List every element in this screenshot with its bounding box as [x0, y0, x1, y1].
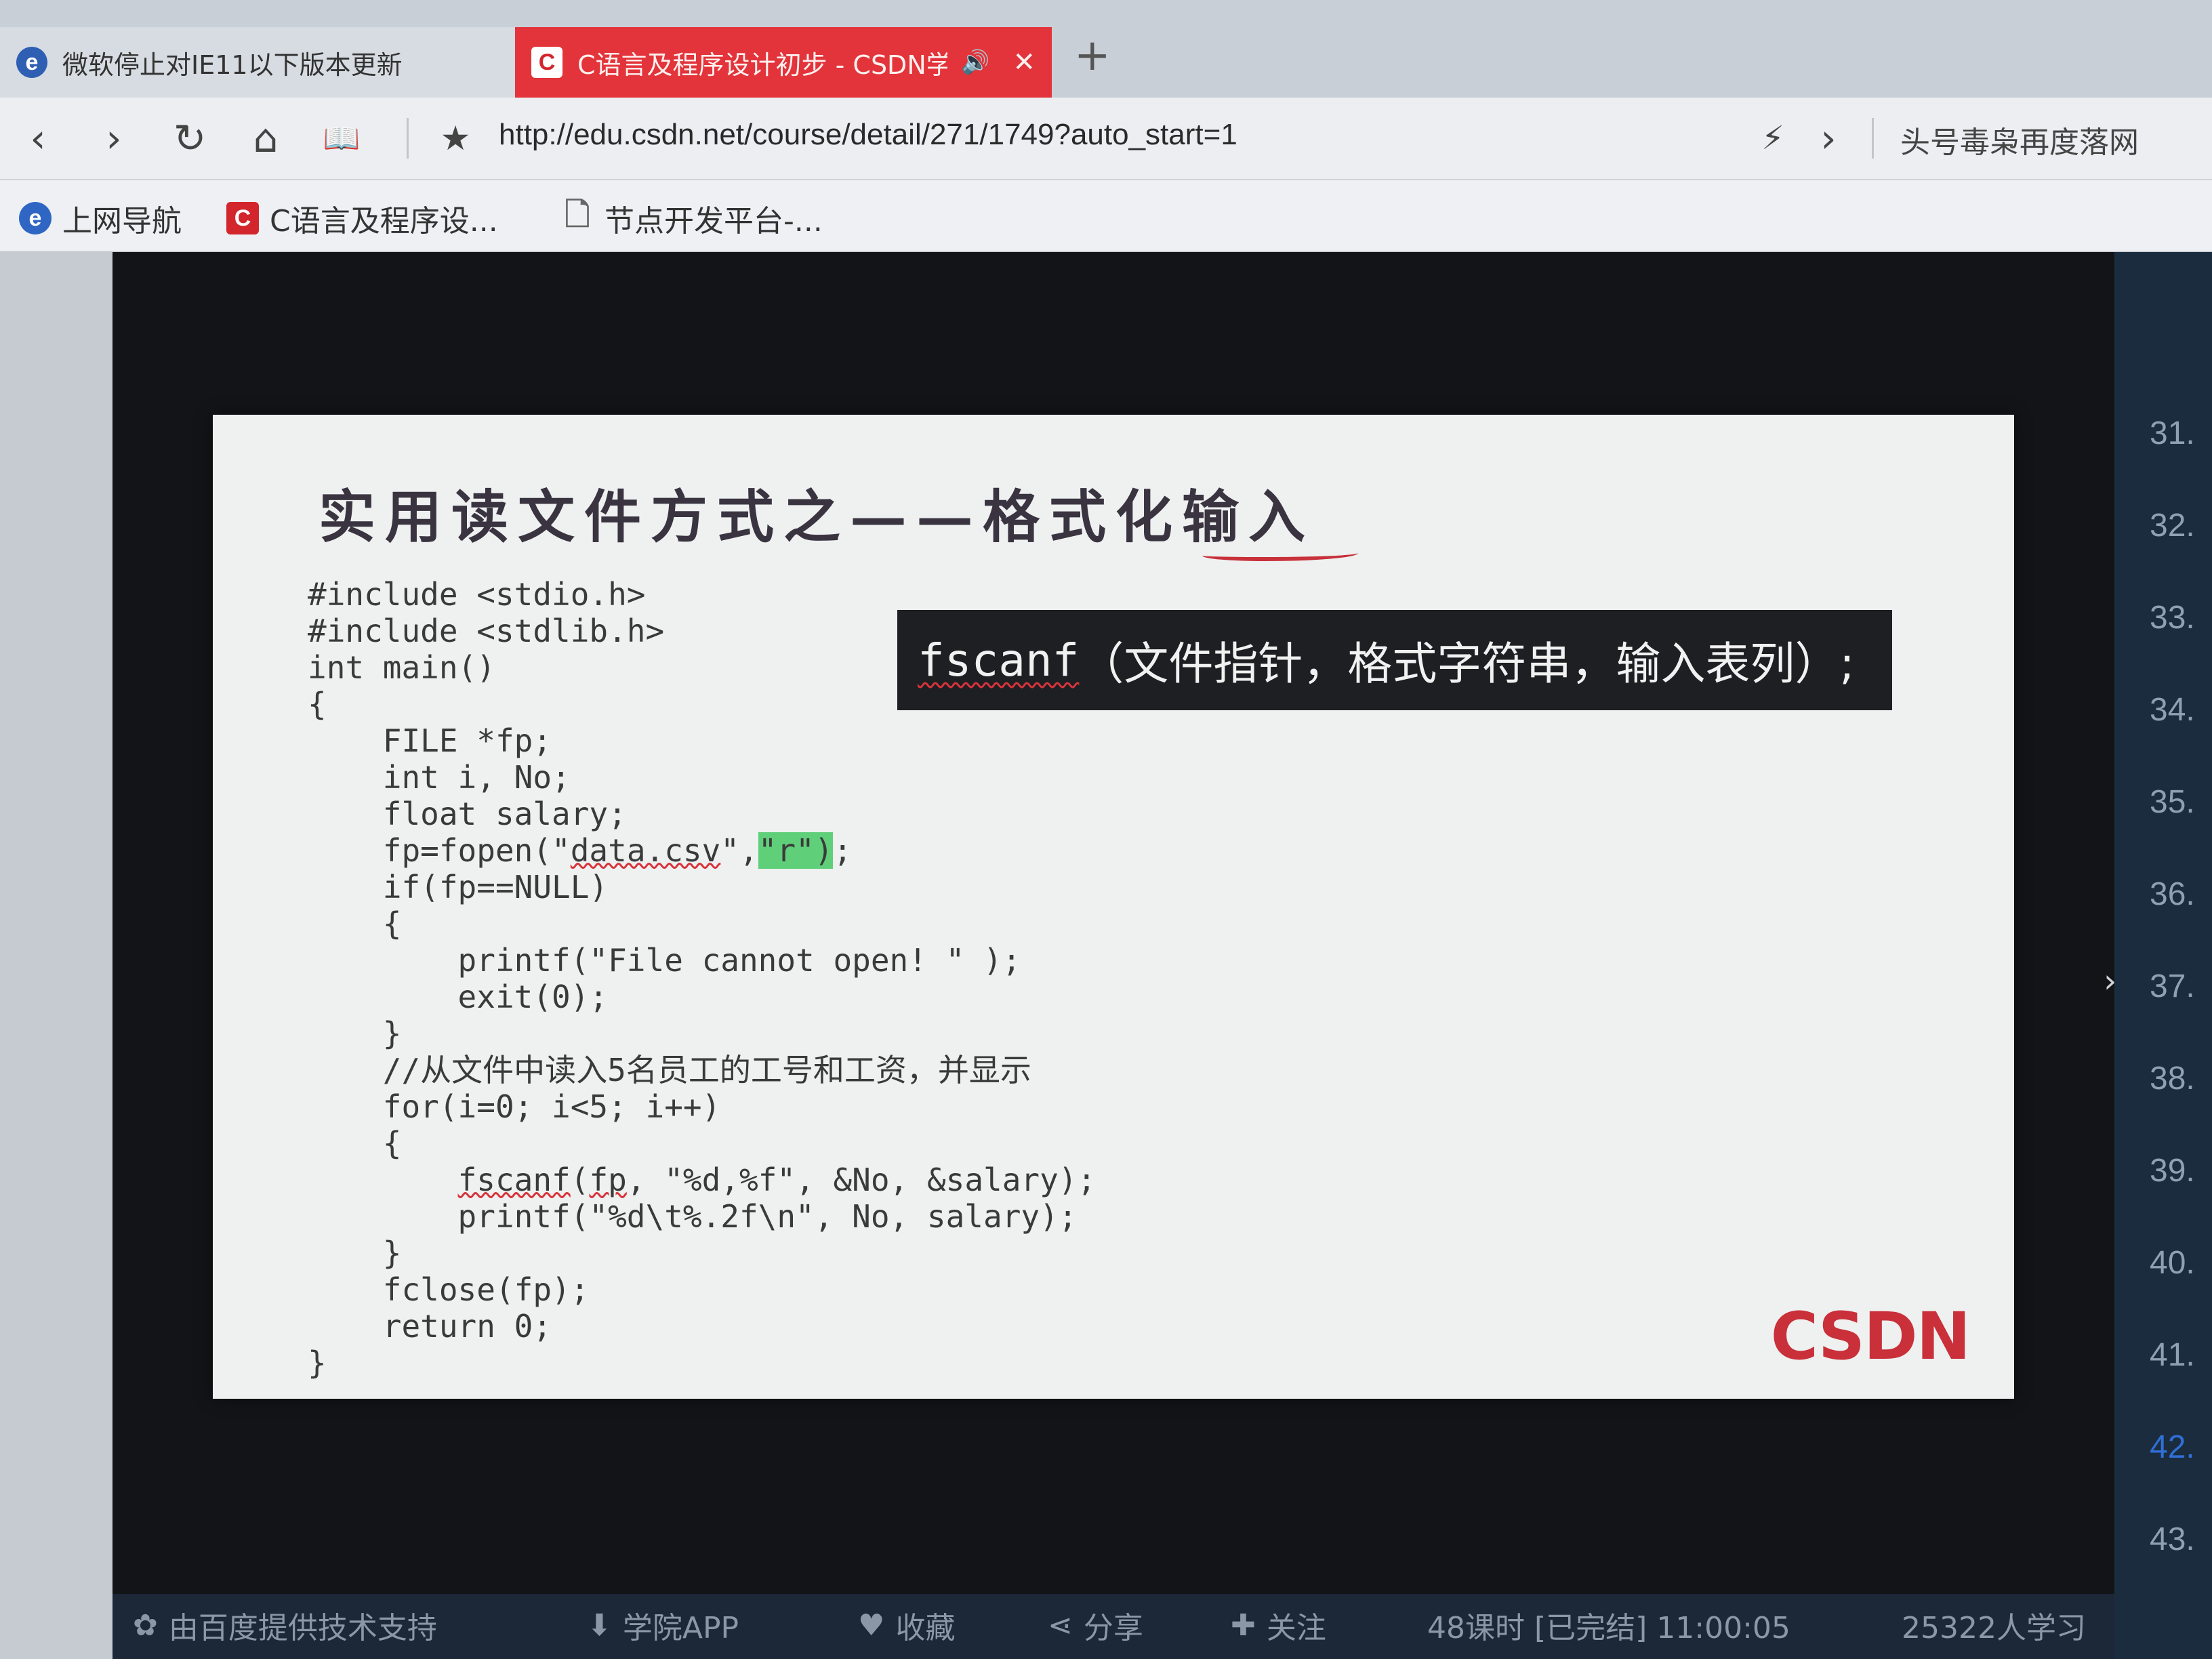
code-line: int i, No;: [308, 759, 571, 796]
collect-button[interactable]: ♥ 收藏: [858, 1603, 955, 1647]
code-line: fscanf(fp, "%d,%f", &No, &salary);: [308, 1162, 1097, 1198]
code-line: }: [308, 1015, 402, 1052]
close-tab-icon[interactable]: ✕: [1012, 47, 1036, 78]
callout-args: （文件指针，格式字符串，输入表列）;: [1079, 638, 1855, 690]
code-line: printf("File cannot open! " );: [308, 942, 1021, 979]
heart-icon: ♥: [858, 1607, 885, 1643]
tab-title: 微软停止对IE11以下版本更新: [62, 49, 403, 80]
code-line: }: [308, 1345, 327, 1381]
lesson-item[interactable]: 35.: [2150, 783, 2195, 821]
new-tab-button[interactable]: +: [1074, 34, 1111, 77]
code-line: printf("%d\t%.2f\n", No, salary);: [308, 1198, 1078, 1235]
filename-annotation: data.csv: [570, 832, 721, 869]
lecture-slide: 实用读文件方式之——格式化输入 #include <stdio.h> #inclu…: [213, 415, 2014, 1399]
code-token: , "%d,%f", &No, &salary);: [626, 1162, 1097, 1198]
lesson-item[interactable]: 34.: [2150, 691, 2195, 729]
code-token: fp=fopen(": [308, 832, 571, 869]
favorite-label: 上网导航: [62, 204, 182, 239]
tab-title: C语言及程序设计初步 - CSDN学: [577, 49, 948, 80]
lesson-item[interactable]: 39.: [2150, 1152, 2195, 1189]
tab-csdn-course[interactable]: C C语言及程序设计初步 - CSDN学 🔊 ✕: [515, 27, 1052, 98]
code-line: }: [308, 1235, 402, 1271]
forward-button[interactable]: ›: [88, 112, 140, 164]
home-button[interactable]: ⌂: [240, 112, 291, 164]
learner-count: 25322人学习: [1902, 1611, 2086, 1645]
lesson-item[interactable]: 42.: [2150, 1429, 2195, 1466]
favorite-item-c-course[interactable]: C C语言及程序设...: [226, 197, 498, 240]
share-icon: ⋖: [1048, 1607, 1073, 1643]
callout-function: fscanf: [918, 634, 1080, 687]
favorite-label: C语言及程序设...: [270, 204, 498, 239]
ie-icon: e: [16, 47, 47, 78]
code-token: (: [570, 1162, 590, 1198]
divider: [407, 118, 409, 159]
code-line: FILE *fp;: [308, 722, 552, 759]
code-line: #include <stdio.h>: [308, 576, 646, 613]
fscanf-annotation: fscanf: [457, 1162, 571, 1198]
slide-title: 实用读文件方式之——格式化输入: [319, 483, 1315, 550]
code-line: //从文件中读入5名员工的工号和工资，并显示: [308, 1052, 1031, 1088]
lesson-item[interactable]: 38.: [2150, 1060, 2195, 1097]
mode-highlight: "r"): [758, 832, 834, 869]
code-line: float salary;: [308, 796, 627, 832]
reading-view-button[interactable]: 📖: [316, 112, 367, 164]
lesson-item[interactable]: 37.: [2150, 968, 2195, 1005]
follow-icon: ✚: [1231, 1607, 1256, 1643]
favorite-star-icon[interactable]: ★: [430, 112, 481, 164]
fp-annotation: fp: [589, 1162, 627, 1198]
share-button[interactable]: ⋖ 分享: [1048, 1603, 1143, 1647]
provider-text: ✿ 由百度提供技术支持: [133, 1607, 437, 1646]
lesson-item[interactable]: 40.: [2150, 1244, 2195, 1282]
favorite-item-node-platform[interactable]: 🗋 节点开发平台-...: [561, 197, 823, 240]
code-line: return 0;: [308, 1308, 552, 1345]
code-line: fp=fopen("data.csv","r");: [308, 832, 1096, 869]
code-line: if(fp==NULL): [308, 869, 609, 905]
back-button[interactable]: ‹: [12, 112, 64, 164]
ie-icon: e: [19, 202, 52, 234]
lesson-item[interactable]: 41.: [2150, 1336, 2195, 1374]
lesson-list: 31. 32. 33. 34. 35. 36. 37. 38. 39. 40. 41. 42. 43.: [2114, 252, 2212, 1659]
news-ticker[interactable]: 头号毒枭再度落网: [1900, 118, 2139, 161]
player-info-bar: ✿ 由百度提供技术支持 ⬇ 学院APP ♥ 收藏 ⋖ 分享 ✚ 关注 48课时 [已完结]…: [112, 1594, 2114, 1659]
lesson-item[interactable]: 36.: [2150, 876, 2195, 913]
address-bar-url[interactable]: http://edu.csdn.net/course/detail/271/17…: [499, 118, 1237, 152]
code-line: exit(0);: [308, 979, 609, 1015]
more-button[interactable]: ›: [1803, 112, 1854, 164]
csdn-c-icon: C: [531, 47, 562, 78]
favorite-item-nav[interactable]: e 上网导航: [19, 197, 182, 240]
code-line: {: [308, 1125, 402, 1162]
favorites-bar: e 上网导航 C C语言及程序设... 🗋 节点开发平台-...: [0, 180, 2212, 252]
fscanf-syntax-box: fscanf （文件指针，格式字符串，输入表列）;: [897, 610, 1892, 710]
lightning-icon[interactable]: ⚡: [1747, 112, 1799, 164]
lesson-item[interactable]: 31.: [2150, 415, 2195, 452]
code-token: [308, 1162, 458, 1198]
app-download-button[interactable]: ⬇ 学院APP: [587, 1603, 739, 1647]
refresh-button[interactable]: ↻: [164, 112, 216, 164]
code-line: for(i=0; i<5; i++): [308, 1088, 721, 1125]
code-line: fclose(fp);: [308, 1271, 590, 1308]
page-icon: 🗋: [565, 197, 590, 232]
lesson-item[interactable]: 33.: [2150, 599, 2195, 636]
csdn-c-icon: C: [226, 202, 259, 234]
code-line: {: [308, 905, 402, 942]
follow-button[interactable]: ✚ 关注: [1231, 1603, 1326, 1647]
download-icon: ⬇: [587, 1607, 612, 1643]
course-summary: 48课时 [已完结] 11:00:05: [1427, 1611, 1790, 1645]
favorite-label: 节点开发平台-...: [605, 204, 823, 239]
video-player[interactable]: 实用读文件方式之——格式化输入 #include <stdio.h> #inclu…: [112, 252, 2114, 1594]
red-underline-annotation: [1202, 548, 1358, 561]
page-background: [0, 252, 112, 1659]
tab-ie-news[interactable]: e 微软停止对IE11以下版本更新: [0, 27, 515, 98]
code-token: ",: [720, 832, 758, 869]
navigation-bar: ‹ › ↻ ⌂ 📖 ★ http://edu.csdn.net/course/d…: [0, 98, 2212, 180]
code-token: ;: [833, 832, 853, 869]
lesson-item[interactable]: 43.: [2150, 1521, 2195, 1558]
speaker-icon[interactable]: 🔊: [961, 49, 989, 76]
lesson-item[interactable]: 32.: [2150, 507, 2195, 544]
tab-strip: e 微软停止对IE11以下版本更新 C C语言及程序设计初步 - CSDN学 🔊…: [0, 0, 2212, 98]
baidu-paw-icon: ✿: [133, 1607, 158, 1643]
csdn-logo: CSDN: [1770, 1298, 1971, 1374]
divider: [1872, 118, 1874, 159]
